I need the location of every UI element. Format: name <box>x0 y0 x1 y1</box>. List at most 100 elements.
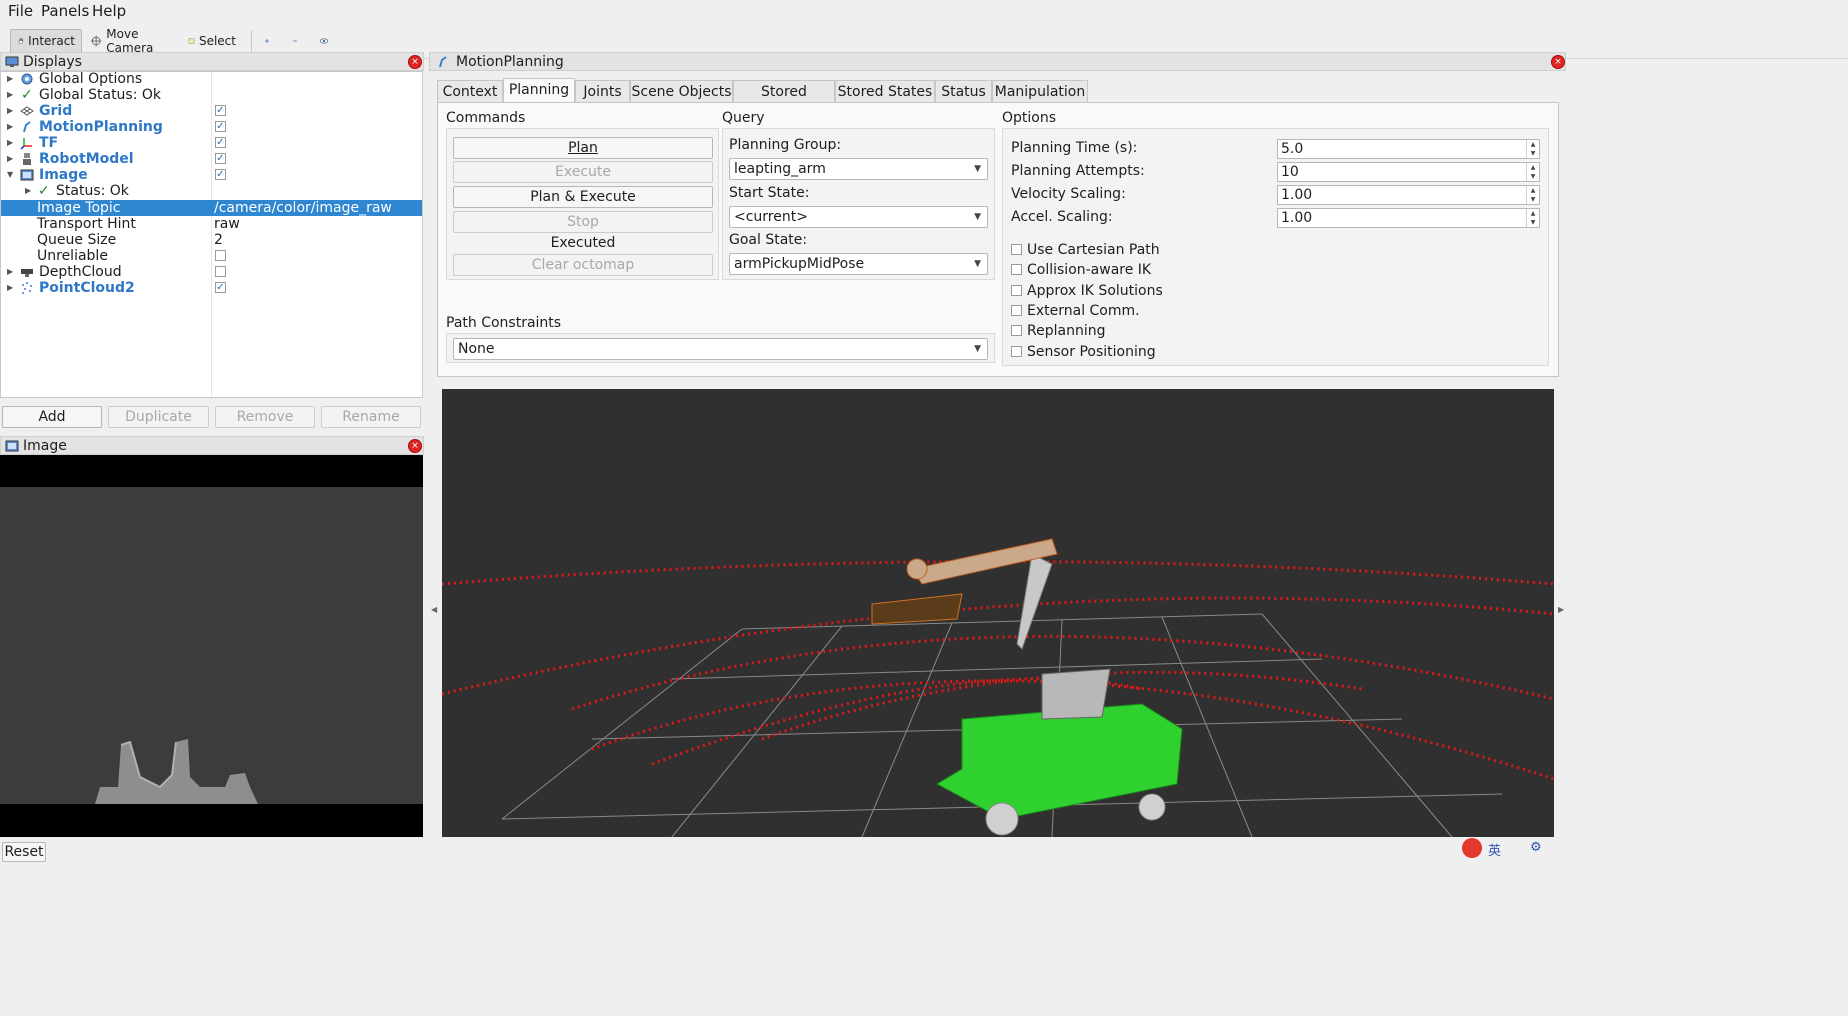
enable-checkbox[interactable]: ✓ <box>215 282 226 293</box>
option-label: External Comm. <box>1027 303 1140 319</box>
tree-row-tf[interactable]: ▶ TF ✓ <box>1 135 422 151</box>
clear-octomap-button[interactable]: Clear octomap <box>453 254 713 276</box>
tree-row-image[interactable]: ▼ Image ✓ <box>1 167 422 183</box>
enable-checkbox[interactable]: ✓ <box>215 121 226 132</box>
enable-checkbox[interactable]: ✓ <box>215 137 226 148</box>
start-state-dropdown[interactable]: <current> ▼ <box>729 206 988 228</box>
checkbox[interactable] <box>1011 305 1022 316</box>
remove-button[interactable]: Remove <box>215 406 315 428</box>
expand-arrow-icon[interactable]: ▶ <box>7 103 13 119</box>
enable-checkbox[interactable]: ✓ <box>215 169 226 180</box>
image-panel-header: Image <box>0 436 424 455</box>
checkbox[interactable] <box>1011 264 1022 275</box>
planning-time-spinbox[interactable]: 5.0 ▲ ▼ <box>1277 139 1540 159</box>
planning-attempts-spinbox[interactable]: 10 ▲ ▼ <box>1277 162 1540 182</box>
tree-label: Unreliable <box>37 248 108 264</box>
expand-arrow-icon[interactable]: ▶ <box>7 280 13 296</box>
add-button[interactable]: Add <box>2 406 102 428</box>
tree-row-depthcloud[interactable]: ▶ DepthCloud <box>1 264 422 280</box>
interact-button[interactable]: Interact <box>10 29 82 53</box>
enable-checkbox[interactable]: ✓ <box>215 153 226 164</box>
tab-manipulation[interactable]: Manipulation <box>992 80 1088 102</box>
tree-row-status[interactable]: ▶ ✓ Status: Ok <box>1 183 422 199</box>
tab-planning[interactable]: Planning <box>503 78 575 103</box>
tree-row-global-status[interactable]: ▶ ✓ Global Status: Ok <box>1 87 422 103</box>
tree-row-global-options[interactable]: ▶ Global Options <box>1 71 422 87</box>
tree-label: TF <box>39 135 59 151</box>
tab-stored-scenes[interactable]: Stored Scenes <box>733 80 835 122</box>
goal-state-dropdown[interactable]: armPickupMidPose ▼ <box>729 253 988 275</box>
tree-row-grid[interactable]: ▶ Grid ✓ <box>1 103 422 119</box>
camera-image <box>0 487 423 804</box>
queue-size-value[interactable]: 2 <box>214 232 223 248</box>
transport-hint-value[interactable]: raw <box>214 216 240 232</box>
menu-panels[interactable]: Panels <box>41 2 89 20</box>
tree-row-queue-size[interactable]: Queue Size 2 <box>1 232 422 248</box>
collapse-arrow-icon[interactable]: ▼ <box>7 167 13 183</box>
velocity-scaling-spinbox[interactable]: 1.00 ▲ ▼ <box>1277 185 1540 205</box>
checkbox[interactable] <box>1011 325 1022 336</box>
tree-row-motionplanning[interactable]: ▶ MotionPlanning ✓ <box>1 119 422 135</box>
reset-button[interactable]: Reset <box>2 842 46 862</box>
expand-arrow-icon[interactable]: ▶ <box>7 135 13 151</box>
view-tool-button[interactable] <box>313 29 339 53</box>
tab-status[interactable]: Status <box>935 80 992 102</box>
input-method-logo-icon[interactable] <box>1462 838 1482 858</box>
duplicate-button[interactable]: Duplicate <box>108 406 209 428</box>
menu-file[interactable]: File <box>8 2 33 20</box>
velocity-scaling-label: Velocity Scaling: <box>1011 186 1126 202</box>
3d-viewport[interactable] <box>441 389 1555 838</box>
planning-group-dropdown[interactable]: leapting_arm ▼ <box>729 158 988 180</box>
menu-bar: File Panels Help <box>0 0 1848 22</box>
tree-row-transport-hint[interactable]: Transport Hint raw <box>1 216 422 232</box>
axes-icon <box>20 138 32 150</box>
tab-scene-objects[interactable]: Scene Objects <box>630 80 733 102</box>
ime-language-indicator[interactable]: 英 <box>1488 840 1501 859</box>
enable-checkbox[interactable]: ✓ <box>215 105 226 116</box>
spin-arrows-icon[interactable]: ▲ ▼ <box>1526 186 1539 204</box>
move-camera-button[interactable]: Move Camera <box>84 27 176 55</box>
select-icon <box>188 38 195 44</box>
expand-arrow-icon[interactable]: ▶ <box>7 151 13 167</box>
enable-checkbox[interactable] <box>215 266 226 277</box>
close-icon[interactable]: × <box>408 55 422 69</box>
spin-arrows-icon[interactable]: ▲ ▼ <box>1526 209 1539 227</box>
unreliable-checkbox[interactable] <box>215 250 226 261</box>
checkbox[interactable] <box>1011 244 1022 255</box>
menu-help[interactable]: Help <box>92 2 126 20</box>
tab-context[interactable]: Context <box>437 80 503 102</box>
right-collapse-arrow-icon[interactable]: ▶ <box>1558 605 1564 614</box>
close-icon[interactable]: × <box>408 439 422 453</box>
tree-row-unreliable[interactable]: Unreliable <box>1 248 422 264</box>
path-constraints-dropdown[interactable]: None ▼ <box>453 338 988 360</box>
left-collapse-arrow-icon[interactable]: ◀ <box>431 605 437 614</box>
close-icon[interactable]: × <box>1551 55 1565 69</box>
rename-button[interactable]: Rename <box>321 406 421 428</box>
tab-stored-states[interactable]: Stored States <box>835 80 935 102</box>
plan-button[interactable]: Plan <box>453 137 713 159</box>
expand-arrow-icon[interactable]: ▶ <box>7 71 13 87</box>
spin-arrows-icon[interactable]: ▲ ▼ <box>1526 140 1539 158</box>
remove-tool-button[interactable] <box>286 29 308 53</box>
expand-arrow-icon[interactable]: ▶ <box>7 87 13 103</box>
expand-arrow-icon[interactable]: ▶ <box>25 183 31 199</box>
tree-row-pointcloud2[interactable]: ▶ PointCloud2 ✓ <box>1 280 422 296</box>
plan-execute-button[interactable]: Plan & Execute <box>453 186 713 208</box>
tab-joints[interactable]: Joints <box>575 80 630 102</box>
tree-row-robotmodel[interactable]: ▶ RobotModel ✓ <box>1 151 422 167</box>
select-button[interactable]: Select <box>182 29 242 53</box>
accel-scaling-spinbox[interactable]: 1.00 ▲ ▼ <box>1277 208 1540 228</box>
expand-arrow-icon[interactable]: ▶ <box>7 264 13 280</box>
image-topic-value[interactable]: /camera/color/image_raw <box>214 200 392 216</box>
checkbox[interactable] <box>1011 346 1022 357</box>
start-state-value: <current> <box>734 209 808 225</box>
spin-arrows-icon[interactable]: ▲ ▼ <box>1526 163 1539 181</box>
tree-row-image-topic[interactable]: Image Topic /camera/color/image_raw <box>1 200 422 216</box>
expand-arrow-icon[interactable]: ▶ <box>7 119 13 135</box>
execute-button[interactable]: Execute <box>453 161 713 183</box>
stop-button[interactable]: Stop <box>453 211 713 233</box>
add-tool-button[interactable] <box>258 29 280 53</box>
ime-settings-icon[interactable]: ⚙ <box>1530 840 1542 855</box>
checkbox[interactable] <box>1011 285 1022 296</box>
chevron-down-icon: ▼ <box>974 259 981 269</box>
